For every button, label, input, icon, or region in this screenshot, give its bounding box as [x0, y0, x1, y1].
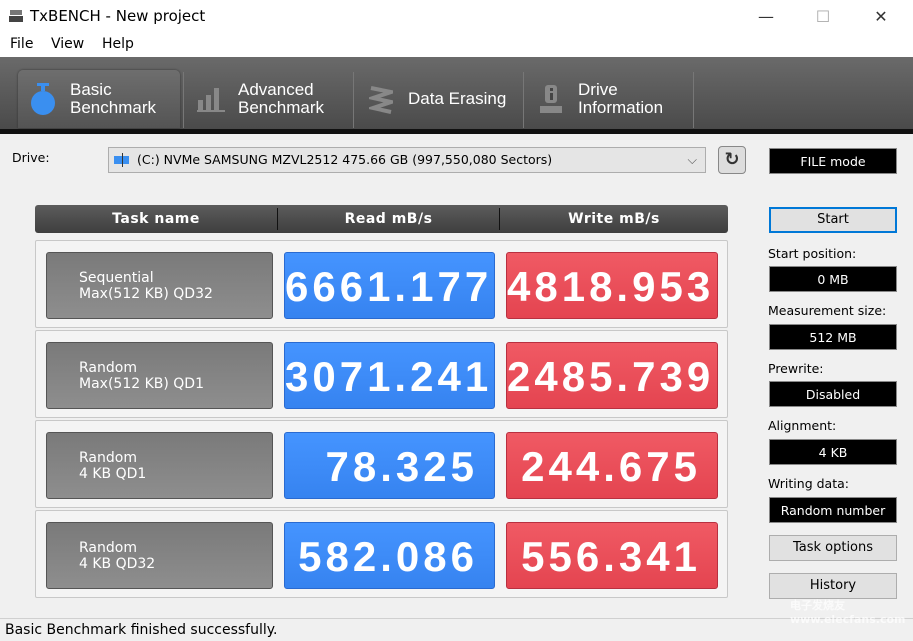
drive-select[interactable]: (C:) NVMe SAMSUNG MZVL2512 475.66 GB (99… — [108, 147, 706, 173]
task-name: Random — [79, 360, 137, 376]
prewrite-label: Prewrite: — [768, 361, 824, 376]
tab-basic-benchmark[interactable]: Basic Benchmark — [18, 70, 180, 128]
menu-help[interactable]: Help — [102, 36, 134, 52]
table-row: Sequential Max(512 KB) QD32 6661.177 4818… — [35, 240, 728, 328]
app-icon — [9, 10, 23, 22]
history-button[interactable]: History — [769, 573, 897, 599]
read-result: 582.086 — [284, 522, 495, 589]
column-header-read: Read mB/s — [344, 211, 433, 227]
alignment-label: Alignment: — [768, 418, 837, 433]
stopwatch-icon — [28, 82, 58, 116]
task-button[interactable]: Sequential Max(512 KB) QD32 — [46, 252, 273, 319]
drive-info-icon — [536, 82, 566, 116]
chevron-down-icon: ⌵ — [687, 152, 697, 167]
refresh-icon[interactable]: ↻ — [718, 146, 746, 174]
toolbar: Basic Benchmark Advanced Benchmark Data Er… — [0, 57, 913, 130]
table-header: Task name Read mB/s Write mB/s — [35, 205, 728, 233]
prewrite-field[interactable]: Disabled — [769, 381, 897, 407]
tab-label: Data Erasing — [408, 89, 507, 108]
tab-label: Benchmark — [70, 98, 156, 117]
task-name: Random — [79, 450, 137, 466]
write-result: 4818.953 — [506, 252, 718, 319]
task-button[interactable]: Random Max(512 KB) QD1 — [46, 342, 273, 409]
table-row: Random Max(512 KB) QD1 3071.241 2485.739 — [35, 330, 728, 418]
minimize-button[interactable]: — — [743, 0, 789, 33]
task-detail: Max(512 KB) QD32 — [79, 286, 213, 302]
write-result: 2485.739 — [506, 342, 718, 409]
start-position-field[interactable]: 0 MB — [769, 266, 897, 292]
status-bar: Basic Benchmark finished successfully. — [0, 618, 913, 641]
start-position-label: Start position: — [768, 246, 857, 261]
divider — [353, 72, 354, 128]
task-button[interactable]: Random 4 KB QD1 — [46, 432, 273, 499]
divider — [183, 72, 184, 128]
read-result: 6661.177 — [284, 252, 495, 319]
tab-label: Information — [578, 98, 664, 117]
menu-view[interactable]: View — [51, 36, 84, 52]
bar-chart-icon — [196, 82, 226, 116]
divider — [523, 72, 524, 128]
measurement-size-field[interactable]: 512 MB — [769, 324, 897, 350]
divider — [693, 72, 694, 128]
task-name: Random — [79, 540, 137, 556]
read-result: 78.325 — [284, 432, 495, 499]
table-row: Random 4 KB QD1 78.325 244.675 — [35, 420, 728, 508]
tab-label: Basic — [70, 80, 112, 99]
read-result: 3071.241 — [284, 342, 495, 409]
maximize-button[interactable]: ☐ — [800, 0, 846, 33]
drive-select-value: (C:) NVMe SAMSUNG MZVL2512 475.66 GB (99… — [137, 152, 553, 167]
table-row: Random 4 KB QD32 582.086 556.341 — [35, 510, 728, 598]
drive-icon — [114, 153, 129, 167]
column-header-task-name: Task name — [112, 211, 200, 227]
title-bar: TxBENCH - New project — ☐ ✕ — [0, 0, 913, 33]
write-result: 556.341 — [506, 522, 718, 589]
tab-label: Benchmark — [238, 98, 324, 117]
measurement-size-label: Measurement size: — [768, 303, 887, 318]
column-header-write: Write mB/s — [568, 211, 660, 227]
task-name: Sequential — [79, 270, 154, 286]
writing-data-label: Writing data: — [768, 476, 849, 491]
task-options-button[interactable]: Task options — [769, 535, 897, 561]
writing-data-field[interactable]: Random number — [769, 497, 897, 523]
task-detail: 4 KB QD1 — [79, 466, 147, 482]
alignment-field[interactable]: 4 KB — [769, 439, 897, 465]
menu-file[interactable]: File — [10, 36, 33, 52]
eraser-icon — [366, 82, 396, 116]
tab-advanced-benchmark[interactable]: Advanced Benchmark — [186, 70, 352, 128]
tab-data-erasing[interactable]: Data Erasing — [356, 70, 522, 128]
tab-drive-information[interactable]: Drive Information — [526, 70, 692, 128]
task-button[interactable]: Random 4 KB QD32 — [46, 522, 273, 589]
close-button[interactable]: ✕ — [858, 0, 904, 33]
status-text: Basic Benchmark finished successfully. — [5, 622, 278, 638]
window-title: TxBENCH - New project — [30, 7, 206, 25]
divider — [0, 129, 913, 134]
write-result: 244.675 — [506, 432, 718, 499]
file-mode-indicator: FILE mode — [769, 148, 897, 174]
tab-label: Drive — [578, 80, 618, 99]
drive-label: Drive: — [12, 150, 50, 165]
menu-bar: File View Help — [0, 33, 913, 57]
tab-label: Advanced — [238, 80, 314, 99]
watermark: 电子发烧友 www.elecfans.com — [790, 599, 906, 626]
start-button[interactable]: Start — [769, 207, 897, 233]
task-detail: Max(512 KB) QD1 — [79, 376, 204, 392]
task-detail: 4 KB QD32 — [79, 556, 156, 572]
